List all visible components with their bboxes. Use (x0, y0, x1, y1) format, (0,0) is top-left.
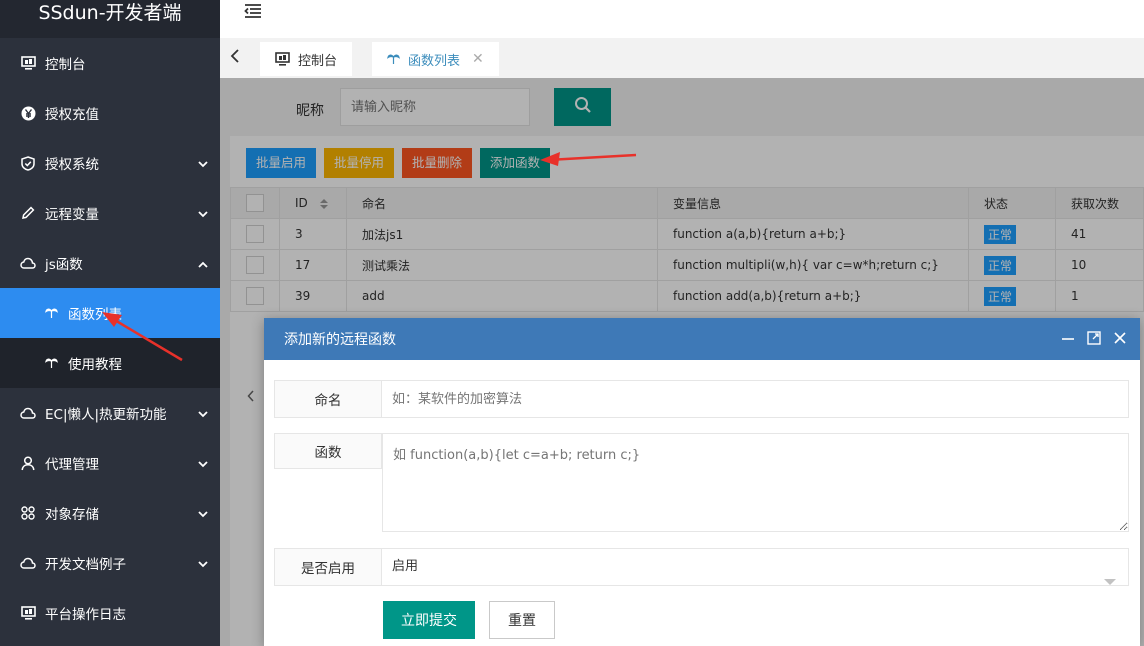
monitor-icon (20, 605, 36, 621)
submit-button[interactable]: 立即提交 (383, 601, 475, 639)
chevron-down-icon (198, 506, 208, 522)
dropdown-arrow-icon (1104, 565, 1116, 601)
tab-label: 控制台 (298, 53, 338, 69)
form-row-enable: 是否启用 启用 (274, 548, 1129, 586)
cloud-icon (20, 405, 36, 421)
sidebar: SSdun-开发者端 控制台 授权充值 授权系统 远程变量 js函数 函数列表 … (0, 0, 220, 646)
sidebar-item-label: 控制台 (45, 57, 86, 73)
sidebar-item-label: 远程变量 (45, 207, 99, 223)
chevron-down-icon (198, 206, 208, 222)
close-icon[interactable] (1112, 330, 1128, 350)
enable-select[interactable]: 启用 (382, 548, 1129, 586)
sidebar-item-label: 授权系统 (45, 157, 99, 173)
name-label: 命名 (274, 380, 382, 418)
sidebar-item-label: js函数 (45, 257, 83, 273)
monitor-icon (20, 55, 36, 71)
form-row-function: 函数 (274, 433, 1129, 532)
chevron-down-icon (198, 406, 208, 422)
tab-label: 函数列表 (408, 53, 461, 69)
palm-icon (45, 357, 58, 369)
yen-icon (20, 105, 36, 121)
dialog-header: 添加新的远程函数 (264, 318, 1140, 360)
close-icon[interactable]: ✕ (472, 51, 484, 67)
sidebar-item-label: 授权充值 (45, 107, 99, 123)
sidebar-item-label: 开发文档例子 (45, 557, 126, 573)
minimize-icon[interactable] (1060, 330, 1076, 350)
app-logo-title: SSdun-开发者端 (0, 0, 220, 38)
chevron-down-icon (198, 456, 208, 472)
add-function-dialog: 添加新的远程函数 命名 函数 是否启用 启用 立即提交 重置 (264, 318, 1140, 646)
function-label: 函数 (274, 433, 382, 469)
tab-console[interactable]: 控制台 (260, 42, 353, 76)
pencil-icon (20, 205, 36, 221)
monitor-icon (275, 52, 290, 66)
grid-icon (20, 505, 36, 521)
sidebar-item-recharge[interactable]: 授权充值 (0, 88, 220, 138)
palm-icon (387, 53, 400, 65)
sidebar-item-label: 对象存储 (45, 507, 99, 523)
sidebar-item-dev-docs[interactable]: 开发文档例子 (0, 538, 220, 588)
submenu-label: 使用教程 (68, 357, 122, 373)
sidebar-item-label: 平台操作日志 (45, 607, 126, 623)
sidebar-item-auth-system[interactable]: 授权系统 (0, 138, 220, 188)
tab-function-list[interactable]: 函数列表 ✕ (372, 42, 499, 76)
name-input[interactable] (382, 380, 1129, 418)
sidebar-item-object-storage[interactable]: 对象存储 (0, 488, 220, 538)
function-textarea[interactable] (382, 433, 1129, 532)
top-header (220, 0, 1144, 38)
palm-icon (45, 307, 58, 319)
chevron-up-icon (198, 256, 208, 272)
sidebar-item-remote-vars[interactable]: 远程变量 (0, 188, 220, 238)
sidebar-item-hot-update[interactable]: EC|懒人|热更新功能 (0, 388, 220, 438)
submenu-label: 函数列表 (68, 307, 122, 323)
tab-bar: 控制台 函数列表 ✕ (220, 38, 1144, 78)
sidebar-menu: 控制台 授权充值 授权系统 远程变量 js函数 函数列表 使用教程 EC|懒人|… (0, 38, 220, 638)
enable-label: 是否启用 (274, 548, 382, 586)
cloud-icon (20, 255, 36, 271)
shield-icon (20, 155, 36, 171)
sidebar-toggle-icon[interactable] (244, 3, 262, 23)
maximize-icon[interactable] (1086, 330, 1102, 350)
user-icon (20, 455, 36, 471)
sidebar-item-operation-log[interactable]: 平台操作日志 (0, 588, 220, 638)
sidebar-subitem-tutorial[interactable]: 使用教程 (0, 338, 220, 388)
sidebar-item-js-functions[interactable]: js函数 (0, 238, 220, 288)
chevron-left-icon[interactable] (230, 48, 240, 68)
reset-button[interactable]: 重置 (489, 601, 555, 639)
dialog-controls (1060, 330, 1128, 350)
form-row-name: 命名 (274, 380, 1129, 418)
cloud-icon (20, 555, 36, 571)
dialog-title: 添加新的远程函数 (284, 332, 396, 348)
enable-select-value: 启用 (392, 559, 419, 574)
chevron-down-icon (198, 556, 208, 572)
sidebar-subitem-function-list[interactable]: 函数列表 (0, 288, 220, 338)
js-functions-submenu: 函数列表 使用教程 (0, 288, 220, 388)
sidebar-item-agent-management[interactable]: 代理管理 (0, 438, 220, 488)
sidebar-item-label: 代理管理 (45, 457, 99, 473)
chevron-down-icon (198, 156, 208, 172)
sidebar-item-label: EC|懒人|热更新功能 (45, 407, 167, 423)
sidebar-item-console[interactable]: 控制台 (0, 38, 220, 88)
